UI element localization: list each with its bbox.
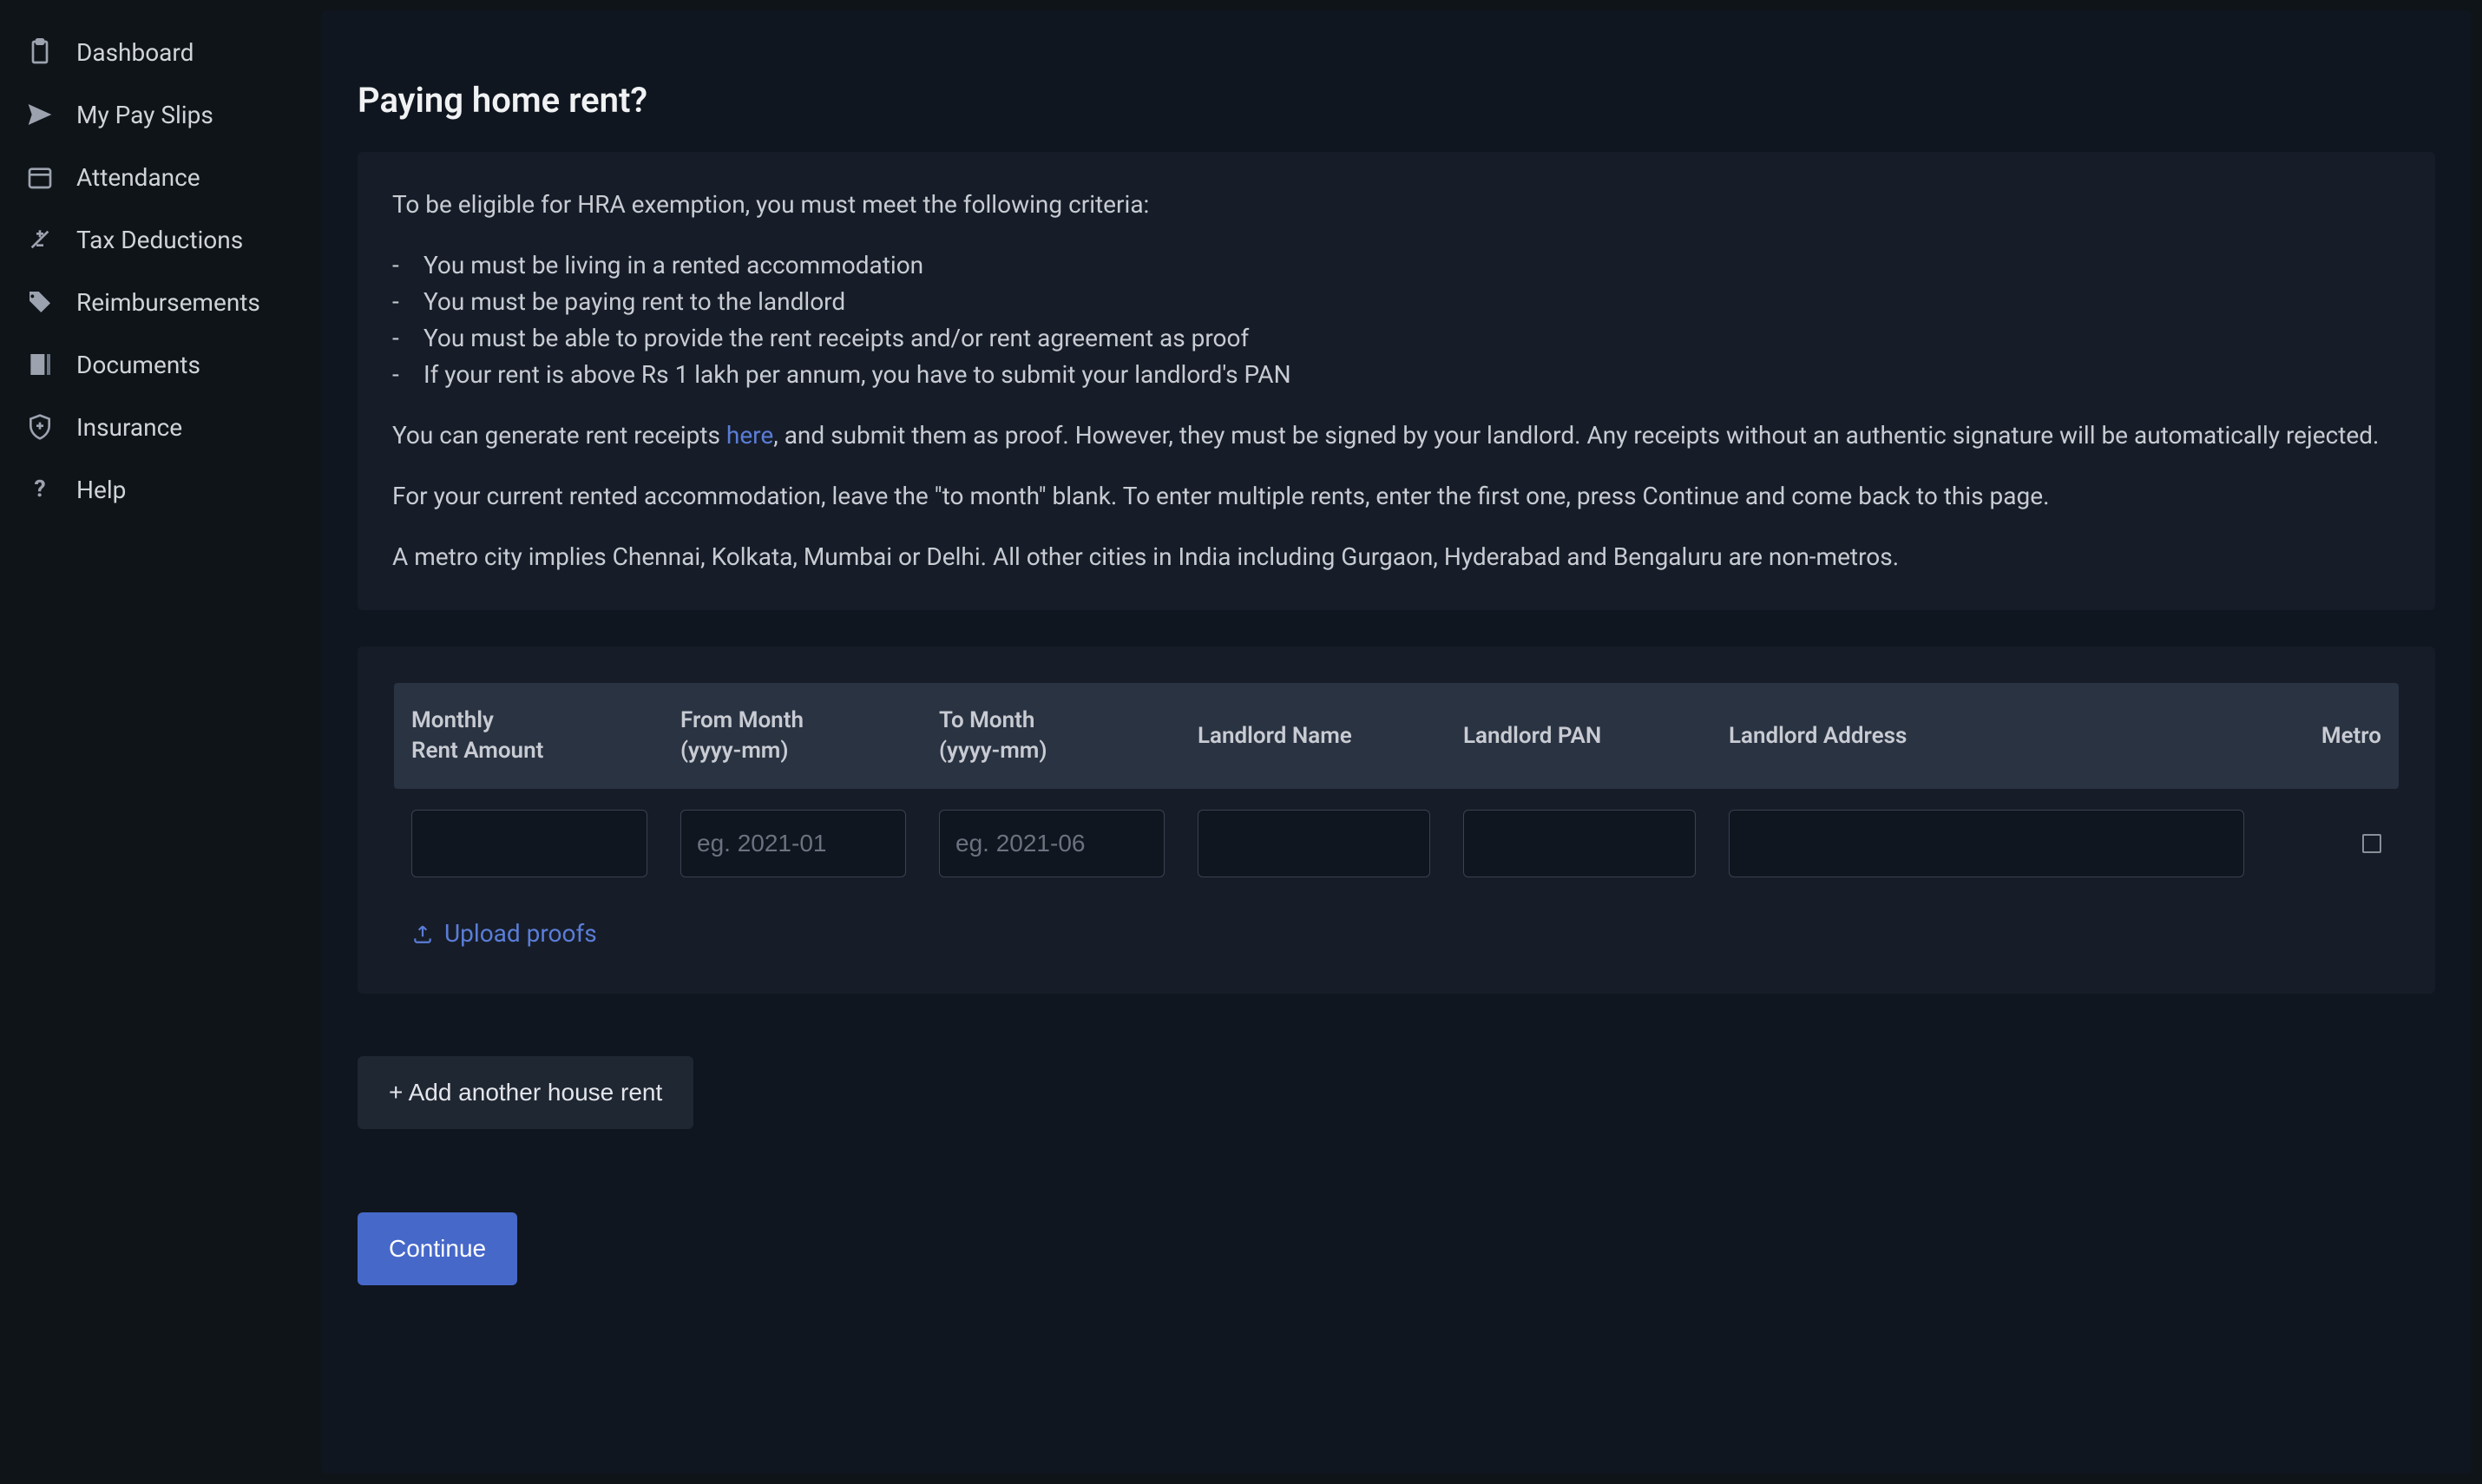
landlord-address-input[interactable] — [1729, 810, 2244, 877]
document-icon — [24, 349, 56, 380]
info-box: To be eligible for HRA exemption, you mu… — [358, 152, 2435, 610]
metro-note: A metro city implies Chennai, Kolkata, M… — [392, 539, 2400, 575]
metro-checkbox[interactable] — [2362, 834, 2381, 853]
send-icon — [24, 99, 56, 130]
tag-icon — [24, 286, 56, 318]
th-to-month: To Month (yyyy-mm) — [939, 706, 1198, 766]
criteria-item: -If your rent is above Rs 1 lakh per ann… — [392, 357, 2400, 393]
page-title: Paying home rent? — [358, 80, 2435, 121]
sidebar-item-label: Dashboard — [76, 38, 194, 67]
th-from-month: From Month (yyyy-mm) — [680, 706, 939, 766]
sidebar-item-tax[interactable]: Tax Deductions — [0, 208, 311, 271]
sidebar-item-payslips[interactable]: My Pay Slips — [0, 83, 311, 146]
help-icon: ? — [24, 474, 56, 505]
sidebar-item-label: Tax Deductions — [76, 226, 243, 254]
sidebar-item-insurance[interactable]: Insurance — [0, 396, 311, 458]
upload-icon — [411, 923, 434, 945]
sidebar: Dashboard My Pay Slips Attendance Tax De… — [0, 0, 311, 1484]
upload-proofs-link[interactable]: Upload proofs — [411, 919, 597, 948]
current-accommodation-note: For your current rented accommodation, l… — [392, 478, 2400, 515]
sidebar-item-label: Documents — [76, 351, 200, 379]
sidebar-item-label: Insurance — [76, 413, 182, 442]
rent-receipts-link[interactable]: here — [726, 421, 773, 450]
th-landlord-name: Landlord Name — [1198, 721, 1463, 752]
rent-input-row — [394, 789, 2399, 877]
sidebar-item-label: Help — [76, 476, 126, 504]
criteria-item: -You must be living in a rented accommod… — [392, 247, 2400, 284]
sidebar-item-reimbursements[interactable]: Reimbursements — [0, 271, 311, 333]
sidebar-item-attendance[interactable]: Attendance — [0, 146, 311, 208]
rent-form-section: Monthly Rent Amount From Month (yyyy-mm)… — [358, 647, 2435, 994]
info-intro: To be eligible for HRA exemption, you mu… — [392, 187, 2400, 223]
criteria-item: -You must be paying rent to the landlord — [392, 284, 2400, 320]
receipts-paragraph: You can generate rent receipts here, and… — [392, 417, 2400, 454]
criteria-list: -You must be living in a rented accommod… — [392, 247, 2400, 393]
sidebar-item-documents[interactable]: Documents — [0, 333, 311, 396]
th-amount: Monthly Rent Amount — [411, 706, 680, 766]
svg-text:?: ? — [34, 476, 45, 502]
th-landlord-pan: Landlord PAN — [1463, 721, 1729, 752]
continue-button[interactable]: Continue — [358, 1212, 517, 1285]
clipboard-icon — [24, 36, 56, 68]
from-month-input[interactable] — [680, 810, 906, 877]
criteria-item: -You must be able to provide the rent re… — [392, 320, 2400, 357]
sidebar-item-label: My Pay Slips — [76, 101, 213, 129]
sidebar-item-label: Reimbursements — [76, 288, 260, 317]
calendar-icon — [24, 161, 56, 193]
shield-icon — [24, 411, 56, 443]
sidebar-item-help[interactable]: ? Help — [0, 458, 311, 521]
monthly-rent-input[interactable] — [411, 810, 647, 877]
add-house-rent-button[interactable]: + Add another house rent — [358, 1056, 693, 1129]
to-month-input[interactable] — [939, 810, 1165, 877]
sidebar-item-label: Attendance — [76, 163, 200, 192]
table-header-row: Monthly Rent Amount From Month (yyyy-mm)… — [394, 683, 2399, 789]
adjust-icon — [24, 224, 56, 255]
content-panel: Paying home rent? To be eligible for HRA… — [321, 10, 2472, 1474]
landlord-pan-input[interactable] — [1463, 810, 1696, 877]
landlord-name-input[interactable] — [1198, 810, 1430, 877]
th-landlord-address: Landlord Address — [1729, 721, 2277, 752]
th-metro: Metro — [2277, 721, 2381, 752]
main-content: Paying home rent? To be eligible for HRA… — [311, 0, 2482, 1484]
sidebar-item-dashboard[interactable]: Dashboard — [0, 21, 311, 83]
